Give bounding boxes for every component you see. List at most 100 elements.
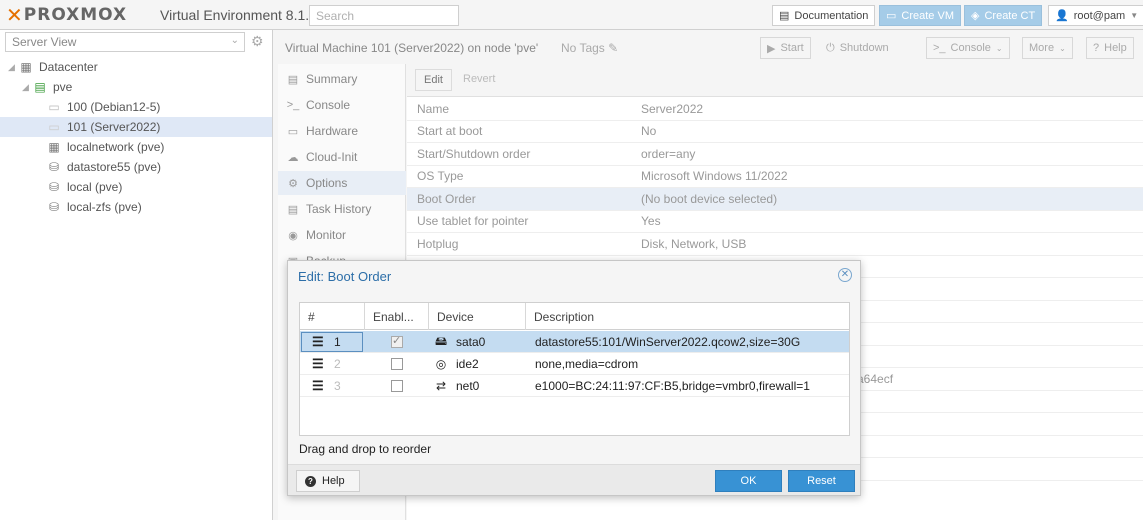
console-button[interactable]: >_ Console ⌄ [926,37,1010,59]
nav-cloud-init[interactable]: ☁ Cloud-Init [278,145,406,169]
boot-row-net0[interactable]: ☰ 3 ⇄ net0 e1000=BC:24:11:97:CF:B5,bridge… [300,375,849,397]
documentation-button[interactable]: ▤ Documentation [772,5,876,26]
create-vm-button[interactable]: ▭ Create VM [879,5,961,26]
nav-console[interactable]: >_ Console [278,93,406,117]
grid-header: # Enabl... Device Description [300,303,849,330]
device-name: ide2 [456,357,479,371]
nav-summary[interactable]: ▤ Summary [278,67,406,91]
database-icon: ⛁ [48,160,60,174]
option-row[interactable]: Start/Shutdown order order=any [407,143,1143,166]
tree-item-datacenter[interactable]: ◢ ▦ Datacenter [0,57,272,77]
row-number: 2 [334,357,341,371]
more-button[interactable]: More ⌄ [1022,37,1073,59]
ok-button[interactable]: OK [715,470,782,492]
dialog-title: Edit: Boot Order [298,269,392,284]
device-name: net0 [456,379,480,393]
options-toolbar: Edit Revert [407,64,1143,97]
shutdown-button[interactable]: ⏻ Shutdown [820,37,895,59]
device-description: e1000=BC:24:11:97:CF:B5,bridge=vmbr0,fir… [535,379,810,393]
server-view-select[interactable]: Server View ⌄ [5,32,245,52]
edit-button[interactable]: Edit [415,69,452,91]
option-row[interactable]: Use tablet for pointer Yes [407,211,1143,233]
list-icon: ▤ [287,203,299,216]
enabled-checkbox[interactable] [391,358,403,370]
monitor-icon: ▭ [48,100,60,114]
drag-handle-icon[interactable]: ☰ [312,334,324,350]
dialog-help-button[interactable]: ? Help [296,470,360,492]
vm-title: Virtual Machine 101 (Server2022) on node… [285,41,539,55]
nav-options[interactable]: ⚙ Options [278,171,406,195]
cloud-icon: ☁ [287,151,299,164]
row-number: 1 [334,335,341,349]
column-header-device[interactable]: Device [429,303,526,330]
node-icon: ▤ [34,80,46,94]
database-icon: ⛁ [48,180,60,194]
option-value-fragment: a64ecf [857,371,894,386]
book-icon: ▤ [287,73,299,86]
option-row[interactable]: Name Server2022 [407,98,1143,121]
terminal-icon: >_ [933,42,946,54]
play-icon: ▶ [767,42,776,55]
reset-button[interactable]: Reset [788,470,855,492]
device-description: datastore55:101/WinServer2022.qcow2,size… [535,335,801,349]
disk-icon: 🖴 [434,333,448,348]
row-number: 3 [334,379,341,393]
drag-handle-icon[interactable]: ☰ [312,378,324,394]
nav-monitor[interactable]: ◉ Monitor [278,223,406,247]
column-header-description[interactable]: Description [526,303,849,330]
datacenter-icon: ▦ [20,60,32,74]
gear-icon: ⚙ [288,177,298,190]
boot-row-sata0[interactable]: ☰ 1 🖴 sata0 datastore55:101/WinServer2022… [300,331,849,353]
option-row-boot-order[interactable]: Boot Order (No boot device selected) [407,188,1143,211]
desktop-icon: ▭ [287,125,299,138]
row-focus-outline [301,332,363,352]
cube-icon: ◈ [971,10,980,22]
vm-header: Virtual Machine 101 (Server2022) on node… [278,35,1143,61]
tree-item-localnetwork[interactable]: ▦ localnetwork (pve) [0,137,272,157]
terminal-icon: >_ [286,99,300,111]
nav-hardware[interactable]: ▭ Hardware [278,119,406,143]
tree-item-vm-101[interactable]: ▭ 101 (Server2022) [0,117,272,137]
option-row[interactable]: OS Type Microsoft Windows 11/2022 [407,166,1143,188]
nav-task-history[interactable]: ▤ Task History [278,197,406,221]
tree-item-pve[interactable]: ◢ ▤ pve [0,77,272,97]
drag-handle-icon[interactable]: ☰ [312,356,324,372]
drag-drop-hint: Drag and drop to reorder [299,442,432,456]
column-header-enabled[interactable]: Enabl... [365,303,429,330]
pencil-icon[interactable]: ✎ [608,41,618,55]
book-icon: ▤ [779,10,790,22]
power-icon: ⏻ [826,41,835,54]
help-button[interactable]: ? Help [1086,37,1134,59]
help-icon: ? [1093,42,1100,54]
user-icon: 👤 [1055,10,1069,22]
start-button[interactable]: ▶ Start [760,37,811,59]
option-row[interactable]: Start at boot No [407,121,1143,143]
option-row[interactable]: Hotplug Disk, Network, USB [407,233,1143,256]
create-ct-button[interactable]: ◈ Create CT [964,5,1043,26]
revert-button[interactable]: Revert [455,69,503,91]
product-version: Virtual Environment 8.1.4 [160,7,317,23]
resource-tree-panel: Server View ⌄ ⚙ ◢ ▦ Datacenter ◢ ▤ pve ▭… [0,30,273,520]
collapse-toggle-icon[interactable]: ◢ [8,62,18,73]
close-icon[interactable]: ✕ [838,268,852,282]
network-exchange-icon: ⇄ [435,379,447,393]
chevron-down-icon: ⌄ [230,35,239,46]
boot-row-ide2[interactable]: ☰ 2 ◎ ide2 none,media=cdrom [300,353,849,375]
enabled-checkbox[interactable] [391,334,403,348]
tree-item-vm-100[interactable]: ▭ 100 (Debian12-5) [0,97,272,117]
search-input[interactable] [309,5,459,26]
tree-item-datastore55[interactable]: ⛁ datastore55 (pve) [0,157,272,177]
edit-boot-order-dialog: Edit: Boot Order ✕ # Enabl... Device Des… [287,260,861,496]
top-bar: ✕PROXMOX Virtual Environment 8.1.4 ▤Docu… [0,0,1143,30]
gear-icon[interactable]: ⚙ [251,33,264,50]
tree-item-local[interactable]: ⛁ local (pve) [0,177,272,197]
enabled-checkbox[interactable] [391,380,403,392]
collapse-toggle-icon[interactable]: ◢ [22,82,32,93]
user-menu-button[interactable]: 👤 root@pam ▼ [1048,5,1143,26]
column-header-number[interactable]: # [300,303,365,330]
device-description: none,media=cdrom [535,357,639,371]
tree-item-local-zfs[interactable]: ⛁ local-zfs (pve) [0,197,272,217]
tags-field[interactable]: No Tags ✎ [561,41,618,55]
help-icon: ? [305,475,316,487]
monitor-icon: ▭ [48,120,60,134]
